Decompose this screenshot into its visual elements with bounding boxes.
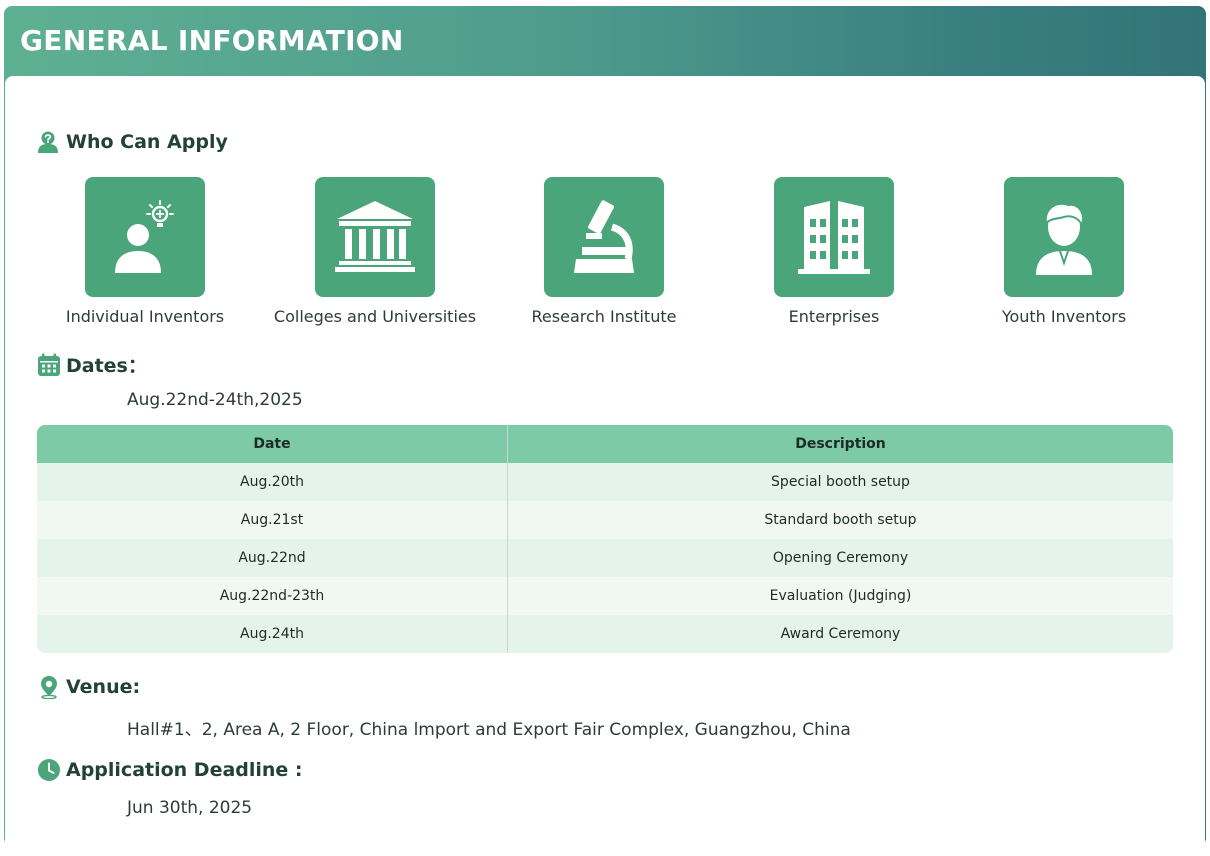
table-cell-date: Aug.21st (37, 501, 508, 539)
applicant-individual-inventors: Individual Inventors (30, 177, 260, 326)
table-row: Aug.20th Special booth setup (37, 463, 1173, 501)
who-can-apply-title: Who Can Apply (66, 131, 228, 153)
person-question-icon (37, 130, 61, 154)
dates-value: Aug.22nd-24th,2025 (127, 390, 303, 410)
microscope-icon (544, 177, 664, 297)
applicant-youth-inventors: Youth Inventors (949, 177, 1179, 326)
deadline-title: Application Deadline : (66, 759, 303, 781)
deadline-value: Jun 30th, 2025 (127, 798, 253, 818)
applicant-enterprises: Enterprises (719, 177, 949, 326)
table-cell-description: Opening Ceremony (772, 550, 909, 566)
table-cell-description: Award Ceremony (780, 626, 901, 642)
applicant-research-institute: Research Institute (489, 177, 719, 326)
venue-value: Hall#1、2, Area A, 2 Floor, China lmport … (127, 720, 851, 740)
table-cell-date: Aug.22nd-23th (37, 577, 508, 615)
table-cell-date: Aug.24th (37, 615, 508, 653)
general-information-card: GENERAL INFORMATION Who Can Apply Indivi… (4, 6, 1206, 856)
who-can-apply-heading: Who Can Apply (37, 130, 228, 154)
table-cell-description: Special booth setup (771, 474, 910, 490)
applicant-colleges-universities: Colleges and Universities (260, 177, 490, 326)
dates-title: Dates： (66, 355, 147, 377)
table-row: Aug.22nd Opening Ceremony (37, 539, 1173, 577)
applicant-label: Youth Inventors (1001, 307, 1127, 326)
applicant-label: Research Institute (531, 307, 677, 326)
column-header-date: Date (37, 425, 508, 463)
table-cell-description: Evaluation (Judging) (769, 588, 912, 604)
table-header-row: Date Description (37, 425, 1173, 463)
calendar-icon (37, 353, 61, 377)
applicant-list: Individual Inventors Colleges and Univer… (5, 177, 1205, 337)
applicant-label: Individual Inventors (65, 307, 225, 326)
content-panel: Who Can Apply Individual Inventors Colle… (5, 76, 1205, 856)
applicant-label: Enterprises (788, 307, 880, 326)
venue-title: Venue: (66, 676, 141, 698)
youth-person-icon (1004, 177, 1124, 297)
page-title: GENERAL INFORMATION (20, 24, 404, 57)
column-header-description: Description (795, 436, 886, 452)
university-building-icon (315, 177, 435, 297)
inventor-lightbulb-icon (85, 177, 205, 297)
clock-icon (37, 758, 61, 782)
table-cell-description: Standard booth setup (764, 512, 917, 528)
table-row: Aug.24th Award Ceremony (37, 615, 1173, 653)
applicant-label: Colleges and Universities (273, 307, 477, 326)
office-building-icon (774, 177, 894, 297)
venue-heading: Venue: (37, 675, 141, 700)
schedule-table: Date Description Aug.20th Special booth … (37, 425, 1173, 653)
table-row: Aug.21st Standard booth setup (37, 501, 1173, 539)
table-cell-date: Aug.22nd (37, 539, 508, 577)
location-pin-icon (37, 675, 61, 700)
table-row: Aug.22nd-23th Evaluation (Judging) (37, 577, 1173, 615)
dates-heading: Dates： (37, 351, 147, 378)
deadline-heading: Application Deadline : (37, 758, 303, 782)
table-cell-date: Aug.20th (37, 463, 508, 501)
